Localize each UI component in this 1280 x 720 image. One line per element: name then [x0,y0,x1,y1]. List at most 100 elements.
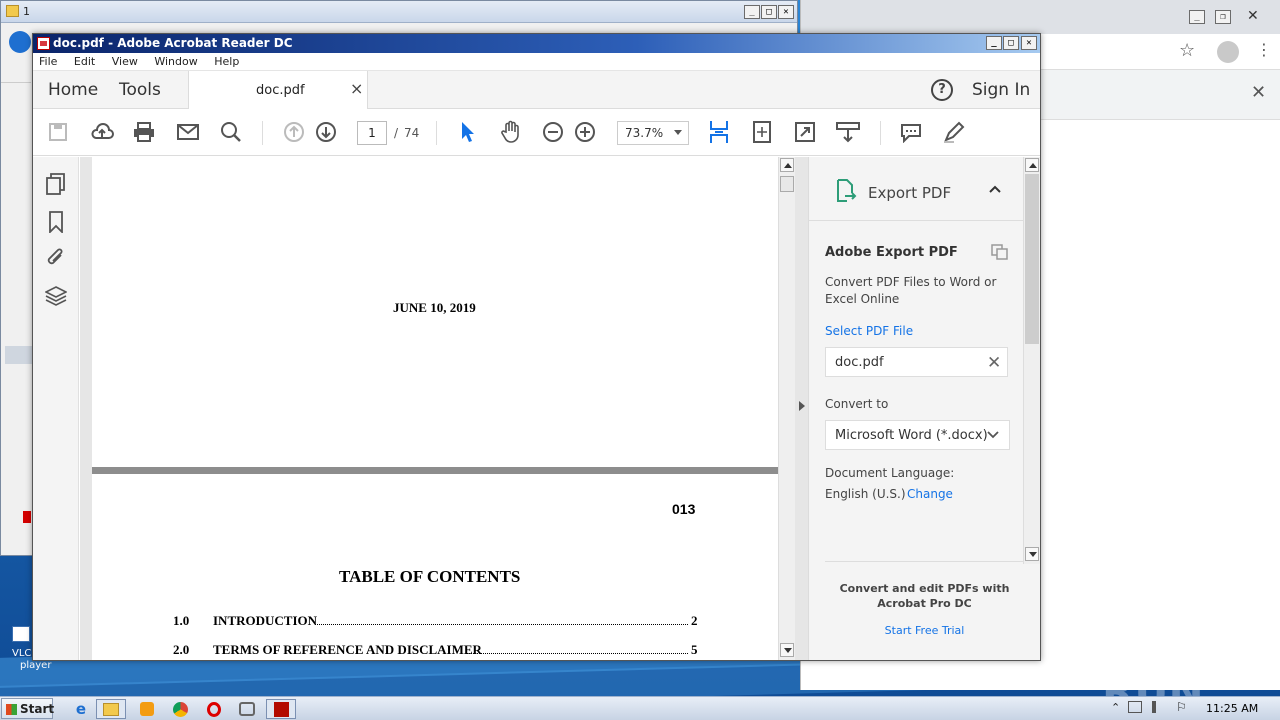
close-button[interactable]: ✕ [778,5,794,19]
select-cursor-icon[interactable] [454,119,480,145]
zoom-out-icon[interactable] [540,119,566,145]
document-scrollbar[interactable] [778,157,795,660]
toc-entry-page: 5 [691,642,698,657]
menu-window[interactable]: Window [154,55,197,68]
scroll-mode-icon[interactable] [835,119,861,145]
chevron-up-icon[interactable] [988,183,1002,197]
pdf-page-previous: JUNE 10, 2019 [92,157,780,467]
close-tab-button[interactable]: × [350,79,363,98]
action-center-icon[interactable] [1128,701,1142,713]
print-icon[interactable] [131,119,157,145]
comment-icon[interactable] [898,119,924,145]
clock[interactable]: 11:25 AM [1206,702,1258,715]
desktop-icon-label: VLC [12,648,32,659]
acrobat-taskbar-icon[interactable] [266,699,296,719]
profile-avatar-icon[interactable] [1217,41,1239,63]
show-hidden-icons-button[interactable]: ⌃ [1111,701,1120,714]
convert-format-select[interactable]: Microsoft Word (*.docx) [825,420,1010,450]
zoom-in-icon[interactable] [572,119,598,145]
menu-help[interactable]: Help [214,55,239,68]
explorer-toolbar-stub [1,61,31,83]
export-pdf-pane: Export PDF Adobe Export PDF Convert PDF … [799,157,1040,660]
save-icon[interactable] [45,119,71,145]
menu-view[interactable]: View [112,55,138,68]
ie-icon[interactable]: e [66,699,96,719]
close-button[interactable]: ✕ [1247,8,1259,24]
export-pdf-header[interactable]: Export PDF [809,157,1023,221]
tab-home[interactable]: Home [48,80,98,100]
start-button[interactable]: Start [1,698,54,719]
upload-cloud-icon[interactable] [89,119,115,145]
scroll-up-button[interactable] [780,158,794,172]
close-button[interactable]: ✕ [1021,36,1037,50]
explorer-selected-row[interactable] [5,346,33,364]
scroll-down-button[interactable] [780,643,794,657]
selected-file-field[interactable]: doc.pdf ✕ [825,347,1008,377]
minimize-button[interactable]: _ [986,36,1002,50]
menu-file[interactable]: File [39,55,57,68]
copy-icon[interactable] [991,244,1009,263]
close-infobar-button[interactable]: ✕ [1251,82,1266,103]
toc-title: TABLE OF CONTENTS [339,567,521,586]
previous-page-icon[interactable] [281,119,307,145]
network-tool-icon[interactable] [232,699,262,719]
volume-icon[interactable] [1152,701,1164,713]
scroll-down-button[interactable] [1025,547,1039,561]
explorer-taskbar-icon[interactable] [96,699,126,719]
toc-leader [315,624,688,625]
bookmark-star-icon[interactable]: ☆ [1179,40,1195,61]
menu-dots-icon[interactable]: ⋮ [1256,40,1272,59]
scroll-thumb[interactable] [1025,174,1039,344]
windows-logo-icon [6,704,17,715]
layers-icon[interactable] [44,285,68,310]
menu-edit[interactable]: Edit [74,55,95,68]
vlc-shortcut-icon[interactable] [12,626,30,642]
full-screen-icon[interactable] [792,119,818,145]
page-thumbnails-icon[interactable] [46,173,66,198]
toolbar: 1 / 74 73.7% [33,109,1040,156]
help-icon[interactable]: ? [931,79,953,101]
fit-page-icon[interactable] [706,119,732,145]
highlight-pen-icon[interactable] [941,119,967,145]
zoom-select[interactable]: 73.7% [617,121,689,145]
change-language-link[interactable]: Change [907,487,953,501]
scroll-down-arrow-icon [784,648,792,653]
pane-scrollbar[interactable] [1023,157,1040,564]
toc-entry[interactable]: 1.0 INTRODUCTION 2 [173,613,700,629]
tab-document[interactable]: doc.pdf × [188,71,368,110]
attachment-icon[interactable] [46,247,66,272]
scroll-thumb[interactable] [780,176,794,192]
maximize-button[interactable]: □ [1003,36,1019,50]
search-icon[interactable] [218,119,244,145]
restore-button[interactable]: ❐ [1215,10,1231,24]
remove-file-icon[interactable]: ✕ [987,353,1001,373]
scroll-up-button[interactable] [1025,158,1039,172]
start-free-trial-link[interactable]: Start Free Trial [825,624,1024,637]
next-page-icon[interactable] [313,119,339,145]
minimize-button[interactable]: _ [1189,10,1205,24]
back-arrow-icon[interactable] [9,31,31,53]
sign-in-button[interactable]: Sign In [972,80,1030,100]
minimize-button[interactable]: _ [744,5,760,19]
collapse-right-pane-icon[interactable] [799,401,805,411]
flag-icon[interactable]: ⚐ [1176,700,1187,714]
convert-to-label: Convert to [825,397,889,411]
media-player-icon[interactable] [132,699,162,719]
document-language-value: English (U.S.) [825,487,906,501]
page-number-input[interactable]: 1 [357,121,387,145]
bookmark-icon[interactable] [48,211,64,236]
toc-entry[interactable]: 2.0 TERMS OF REFERENCE AND DISCLAIMER 5 [173,642,700,658]
maximize-button[interactable]: □ [761,5,777,19]
tab-tools[interactable]: Tools [119,80,161,100]
acrobat-window[interactable]: doc.pdf - Adobe Acrobat Reader DC _ □ ✕ … [32,33,1041,661]
opera-icon[interactable] [199,699,229,719]
email-icon[interactable] [175,119,201,145]
scroll-down-arrow-icon [1029,552,1037,557]
hand-tool-icon[interactable] [498,119,524,145]
document-view[interactable]: JUNE 10, 2019 013 TABLE OF CONTENTS 1.0 … [80,157,808,660]
toc-leader [467,653,688,654]
rotate-view-icon[interactable] [749,119,775,145]
toc-entry-title: INTRODUCTION [213,613,318,628]
chrome-icon[interactable] [165,699,195,719]
pane-divider [825,561,1024,562]
